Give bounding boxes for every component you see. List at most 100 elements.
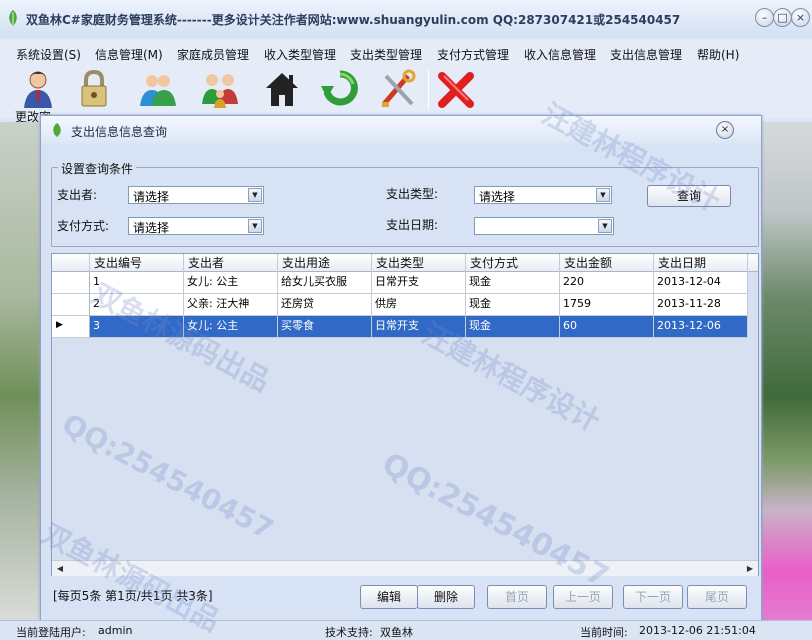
tools-icon[interactable]: [378, 68, 418, 110]
payer-select[interactable]: 请选择 ▼: [128, 186, 264, 204]
first-page-button[interactable]: 首页: [487, 585, 547, 609]
dialog-title-bar: 支出信息信息查询 ×: [41, 116, 761, 144]
table-cell[interactable]: 220: [560, 272, 654, 294]
toolbar-separator: [428, 70, 429, 110]
table-cell[interactable]: 现金: [466, 316, 560, 338]
table-cell[interactable]: 60: [560, 316, 654, 338]
delete-button[interactable]: 删除: [417, 585, 475, 609]
current-time-value: 2013-12-06 21:51:04: [639, 624, 756, 637]
expense-query-dialog: 支出信息信息查询 × 设置查询条件 支出者: 请选择 ▼ 支出类型: 请选择 ▼…: [40, 115, 762, 621]
row-header-corner: [52, 254, 90, 272]
next-page-button[interactable]: 下一页: [623, 585, 683, 609]
menu-income-types[interactable]: 收入类型管理: [264, 46, 336, 63]
edit-button[interactable]: 编辑: [360, 585, 418, 609]
row-header[interactable]: ▶: [52, 316, 90, 338]
lock-icon[interactable]: [74, 68, 114, 110]
column-header[interactable]: 支出用途: [278, 254, 372, 272]
table-header: 支出编号 支出者 支出用途 支出类型 支付方式 支出金额 支出日期: [52, 254, 758, 272]
table-cell[interactable]: 现金: [466, 272, 560, 294]
title-bar: 双鱼林C#家庭财务管理系统-------更多设计关注作者网站:www.shuan…: [0, 0, 812, 38]
users-icon[interactable]: [138, 68, 178, 110]
table-cell[interactable]: 买零食: [278, 316, 372, 338]
desktop-background-left: [0, 122, 44, 620]
payment-method-label: 支付方式:: [57, 219, 110, 233]
chevron-down-icon[interactable]: ▼: [248, 219, 262, 233]
table-cell[interactable]: 现金: [466, 294, 560, 316]
chevron-down-icon[interactable]: ▼: [596, 188, 610, 202]
table-cell[interactable]: 女儿: 公主: [184, 316, 278, 338]
exit-icon[interactable]: [436, 68, 476, 110]
table-cell[interactable]: 2013-11-28: [654, 294, 748, 316]
column-header[interactable]: 支付方式: [466, 254, 560, 272]
expense-date-label: 支出日期:: [386, 218, 439, 232]
row-header[interactable]: [52, 294, 90, 316]
horizontal-scrollbar[interactable]: ◀ ▶: [52, 560, 758, 576]
close-button[interactable]: ×: [791, 8, 810, 27]
scroll-right-icon[interactable]: ▶: [743, 562, 757, 576]
expense-type-select-value: 请选择: [479, 190, 516, 204]
column-header[interactable]: 支出日期: [654, 254, 748, 272]
table-cell[interactable]: 供房: [372, 294, 466, 316]
toolbar: [0, 66, 812, 118]
payment-method-select[interactable]: 请选择 ▼: [128, 217, 264, 235]
table-cell[interactable]: 还房贷: [278, 294, 372, 316]
group-title: 设置查询条件: [58, 160, 137, 177]
payment-method-select-value: 请选择: [133, 221, 170, 235]
expense-table: 支出编号 支出者 支出用途 支出类型 支付方式 支出金额 支出日期 1 女儿: …: [51, 253, 759, 576]
paging-info: [每页5条 第1页/共1页 共3条]: [53, 589, 213, 603]
table-row-selected[interactable]: ▶ 3 女儿: 公主 买零食 日常开支 现金 60 2013-12-06: [52, 316, 758, 338]
expense-type-select[interactable]: 请选择 ▼: [474, 186, 612, 204]
expense-date-picker[interactable]: ▼: [474, 217, 614, 235]
payer-select-value: 请选择: [133, 190, 170, 204]
tech-support-label: 技术支持:: [325, 626, 373, 639]
column-header[interactable]: 支出编号: [90, 254, 184, 272]
current-user-label: 当前登陆用户:: [16, 626, 86, 639]
table-cell[interactable]: 父亲: 汪大神: [184, 294, 278, 316]
menu-system-settings[interactable]: 系统设置(S): [16, 46, 81, 63]
dialog-title: 支出信息信息查询: [71, 125, 168, 139]
column-header[interactable]: 支出类型: [372, 254, 466, 272]
table-cell[interactable]: 日常开支: [372, 272, 466, 294]
window-title: 双鱼林C#家庭财务管理系统-------更多设计关注作者网站:www.shuan…: [26, 13, 681, 27]
status-bar: 当前登陆用户: admin 技术支持: 双鱼林 当前时间: 2013-12-06…: [0, 620, 812, 640]
table-cell[interactable]: 2: [90, 294, 184, 316]
chevron-down-icon[interactable]: ▼: [598, 219, 612, 233]
menu-expense-types[interactable]: 支出类型管理: [350, 46, 422, 63]
dialog-close-button[interactable]: ×: [716, 121, 734, 139]
maximize-button[interactable]: □: [773, 8, 792, 27]
menu-expense-info[interactable]: 支出信息管理: [610, 46, 682, 63]
menu-info-management[interactable]: 信息管理(M): [95, 46, 163, 63]
user-icon[interactable]: [18, 68, 58, 110]
app-leaf-icon: [9, 10, 17, 26]
column-header[interactable]: 支出金额: [560, 254, 654, 272]
menu-payment-methods[interactable]: 支付方式管理: [437, 46, 509, 63]
scroll-left-icon[interactable]: ◀: [53, 562, 67, 576]
home-icon[interactable]: [262, 68, 302, 110]
table-row[interactable]: 2 父亲: 汪大神 还房贷 供房 现金 1759 2013-11-28: [52, 294, 758, 316]
table-cell[interactable]: 日常开支: [372, 316, 466, 338]
query-button[interactable]: 查询: [647, 185, 731, 207]
table-cell[interactable]: 3: [90, 316, 184, 338]
minimize-button[interactable]: –: [755, 8, 774, 27]
menu-family-members[interactable]: 家庭成员管理: [177, 46, 249, 63]
menu-income-info[interactable]: 收入信息管理: [524, 46, 596, 63]
dialog-leaf-icon: [53, 123, 61, 137]
table-cell[interactable]: 女儿: 公主: [184, 272, 278, 294]
table-cell[interactable]: 2013-12-04: [654, 272, 748, 294]
chevron-down-icon[interactable]: ▼: [248, 188, 262, 202]
table-cell[interactable]: 1: [90, 272, 184, 294]
refresh-icon[interactable]: [320, 68, 360, 110]
family-icon[interactable]: [200, 68, 240, 110]
table-cell[interactable]: 给女儿买衣服: [278, 272, 372, 294]
table-cell[interactable]: 1759: [560, 294, 654, 316]
table-row[interactable]: 1 女儿: 公主 给女儿买衣服 日常开支 现金 220 2013-12-04: [52, 272, 758, 294]
column-header[interactable]: 支出者: [184, 254, 278, 272]
expense-type-label: 支出类型:: [386, 187, 439, 201]
row-header[interactable]: [52, 272, 90, 294]
prev-page-button[interactable]: 上一页: [553, 585, 613, 609]
desktop-background-right: [760, 122, 812, 620]
menu-help[interactable]: 帮助(H): [697, 46, 739, 63]
payer-label: 支出者:: [57, 188, 98, 202]
table-cell[interactable]: 2013-12-06: [654, 316, 748, 338]
last-page-button[interactable]: 尾页: [687, 585, 747, 609]
